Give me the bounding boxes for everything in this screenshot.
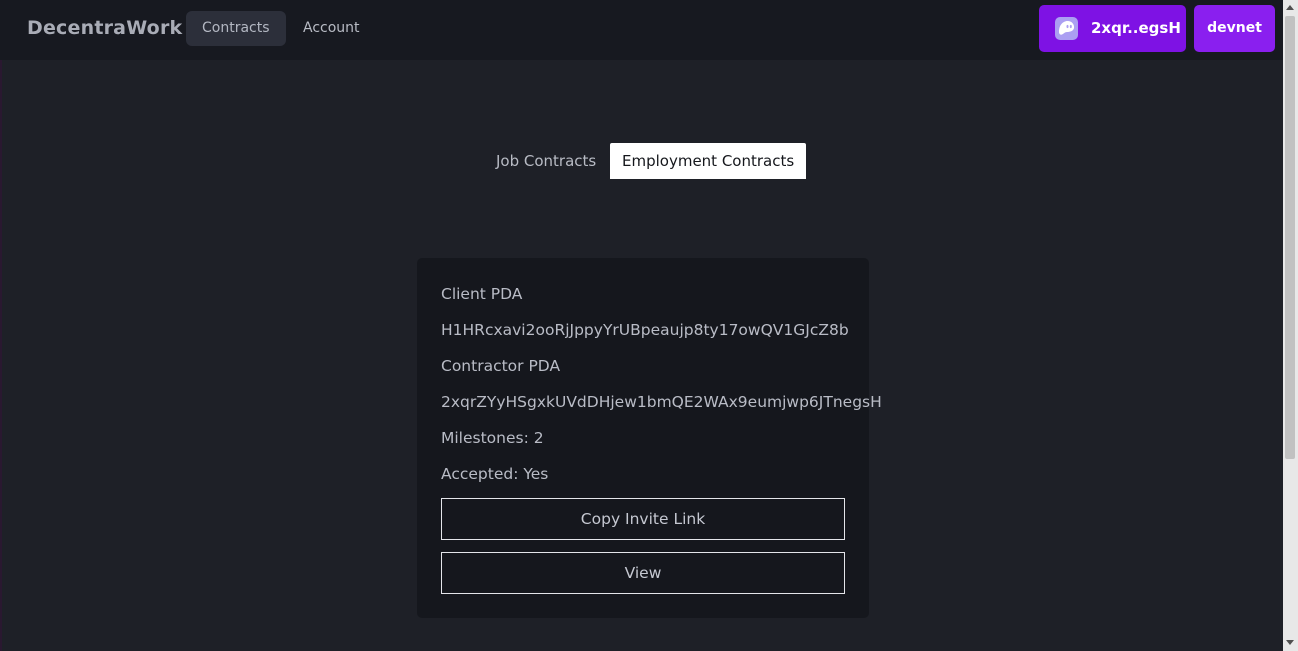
window-edge [0,0,2,651]
wallet-button[interactable]: 2xqr..egsH [1039,5,1186,52]
accepted-text: Accepted: Yes [441,465,549,483]
contract-card: Client PDA H1HRcxavi2ooRjJppyYrUBpeaujp8… [417,258,882,618]
phantom-ghost-icon [1055,17,1078,40]
contractor-pda-label: Contractor PDA [441,357,561,375]
page: DecentraWork Contracts Account 2xqr..egs… [0,0,1298,651]
copy-invite-link-button[interactable]: Copy Invite Link [441,498,845,540]
network-button[interactable]: devnet [1194,5,1275,52]
brand-logo-text[interactable]: DecentraWork [27,17,182,39]
scroll-up-arrow-icon[interactable] [1286,5,1294,10]
tab-employment-contracts[interactable]: Employment Contracts [610,143,807,179]
vertical-scrollbar[interactable] [1283,0,1298,651]
milestones-text: Milestones: 2 [441,429,544,447]
navbar: DecentraWork Contracts Account 2xqr..egs… [0,0,1283,60]
wallet-address-label: 2xqr..egsH [1091,19,1181,37]
client-pda-label: Client PDA [441,285,523,303]
tab-job-contracts[interactable]: Job Contracts [484,143,608,179]
scrollbar-thumb[interactable] [1285,16,1295,459]
client-pda-value: H1HRcxavi2ooRjJppyYrUBpeaujp8ty17owQV1GJ… [441,321,849,339]
nav-link-account[interactable]: Account [287,11,376,46]
contractor-pda-value: 2xqrZYyHSgxkUVdDHjew1bmQE2WAx9eumjwp6JTn… [441,393,882,411]
view-button[interactable]: View [441,552,845,594]
nav-link-contracts[interactable]: Contracts [186,11,286,46]
scroll-down-arrow-icon[interactable] [1286,640,1294,645]
